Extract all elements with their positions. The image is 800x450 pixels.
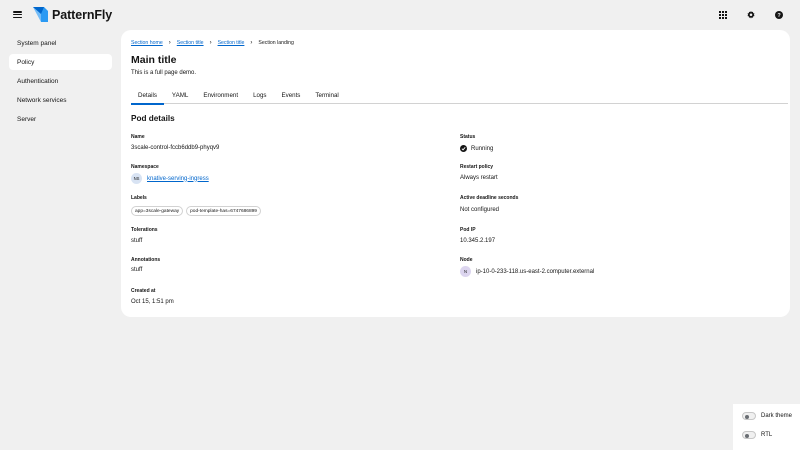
menu-icon[interactable] — [13, 10, 22, 19]
field-value-tolerations: stuff — [131, 238, 143, 244]
tab-yaml[interactable]: YAML — [165, 86, 195, 104]
breadcrumb-link-section-title[interactable]: Section title — [177, 40, 204, 46]
field-label: Namespace — [131, 164, 159, 170]
field-name: Name — [131, 134, 145, 140]
field-labels: Labels — [131, 195, 147, 201]
brand-name: PatternFly — [52, 7, 113, 22]
section-title: Pod details — [131, 114, 175, 123]
field-label: Annotations — [131, 257, 161, 263]
field-label: Status — [460, 134, 476, 140]
field-label: Created at — [131, 288, 156, 294]
field-label: Name — [131, 134, 145, 140]
breadcrumb-current: Section landing — [258, 40, 294, 46]
dark-theme-label: Dark theme — [761, 413, 793, 419]
tab-logs[interactable]: Logs — [246, 86, 273, 104]
help-icon[interactable]: ? — [772, 8, 786, 22]
field-deadline: Active deadline seconds — [460, 195, 518, 201]
masthead: PatternFly ? — [0, 0, 800, 30]
main-card: Section home › Section title › Section t… — [121, 30, 790, 317]
chevron-right-icon: › — [168, 40, 171, 46]
tab-environment[interactable]: Environment — [196, 86, 245, 104]
patternfly-logo-icon — [33, 7, 48, 22]
label-chip[interactable]: pod-template-has=6747686899 — [186, 206, 261, 216]
grid-icon[interactable] — [716, 8, 730, 22]
sidebar-item-network-services[interactable]: Network services — [9, 92, 112, 108]
sidebar-item-server[interactable]: Server — [9, 111, 112, 127]
page-title: Main title — [131, 54, 177, 66]
dark-theme-toggle-row: Dark theme — [742, 412, 792, 420]
sidebar-nav: System panel Policy Authentication Netwo… — [9, 35, 112, 130]
field-value-created: Oct 15, 1:51 pm — [131, 299, 174, 305]
chevron-right-icon: › — [209, 40, 212, 46]
theme-panel: Dark theme RTL — [733, 404, 800, 450]
node-avatar: N — [460, 266, 471, 277]
field-value-annotations: stuff — [131, 267, 143, 273]
breadcrumb-link-section-title-2[interactable]: Section title — [218, 40, 245, 46]
sidebar-item-policy[interactable]: Policy — [9, 54, 112, 70]
page-subtitle: This is a full page demo. — [131, 70, 197, 76]
field-value-status: Running — [460, 145, 493, 152]
gear-icon[interactable] — [744, 8, 758, 22]
breadcrumb-link-section-home[interactable]: Section home — [131, 40, 163, 46]
tab-bar: Details YAML Environment Logs Events Ter… — [131, 86, 788, 105]
field-value-namespace: NS knative-serving-ingress — [131, 173, 209, 184]
field-node: Node — [460, 257, 473, 263]
field-label: Tolerations — [131, 227, 158, 233]
rtl-switch[interactable] — [742, 431, 756, 439]
sidebar-item-system-panel[interactable]: System panel — [9, 35, 112, 51]
field-value-restart-policy: Always restart — [460, 175, 498, 181]
field-annotations: Annotations — [131, 257, 160, 263]
label-chip[interactable]: app=3scale-gateway — [131, 206, 184, 216]
check-circle-icon — [460, 145, 467, 152]
field-value-name: 3scale-control-fccb6ddb9-phyqv9 — [131, 145, 220, 151]
chevron-right-icon: › — [250, 40, 253, 46]
rtl-toggle-row: RTL — [742, 431, 772, 439]
logo[interactable]: PatternFly — [32, 6, 112, 23]
breadcrumb: Section home › Section title › Section t… — [131, 40, 294, 46]
field-tolerations: Tolerations — [131, 227, 158, 233]
tab-terminal[interactable]: Terminal — [308, 86, 345, 104]
field-created: Created at — [131, 288, 155, 294]
field-value-node: N ip-10-0-233-118.us-east-2.computer.ext… — [460, 266, 594, 277]
tab-events[interactable]: Events — [274, 86, 307, 104]
field-label: Labels — [131, 195, 147, 201]
namespace-link[interactable]: knative-serving-ingress — [147, 176, 209, 182]
status-text: Running — [471, 145, 494, 152]
field-value-pod-ip: 10.345.2.197 — [460, 238, 496, 244]
field-label: Node — [460, 257, 473, 263]
field-value-labels: app=3scale-gateway pod-template-has=6747… — [131, 206, 264, 216]
sidebar-item-authentication[interactable]: Authentication — [9, 73, 112, 89]
field-status: Status — [460, 134, 475, 140]
namespace-avatar: NS — [131, 173, 142, 184]
tab-details[interactable]: Details — [131, 86, 164, 105]
header-tools: ? — [716, 8, 786, 22]
field-label: Restart policy — [460, 164, 494, 170]
field-restart-policy: Restart policy — [460, 164, 493, 170]
field-label: Pod IP — [460, 227, 476, 233]
field-namespace: Namespace — [131, 164, 159, 170]
dark-theme-switch[interactable] — [742, 412, 756, 420]
field-value-deadline: Not configured — [460, 207, 500, 213]
rtl-label: RTL — [761, 432, 773, 438]
field-label: Active deadline seconds — [460, 195, 519, 201]
field-pod-ip: Pod IP — [460, 227, 476, 233]
node-text: ip-10-0-233-118.us-east-2.computer.exter… — [476, 268, 595, 275]
